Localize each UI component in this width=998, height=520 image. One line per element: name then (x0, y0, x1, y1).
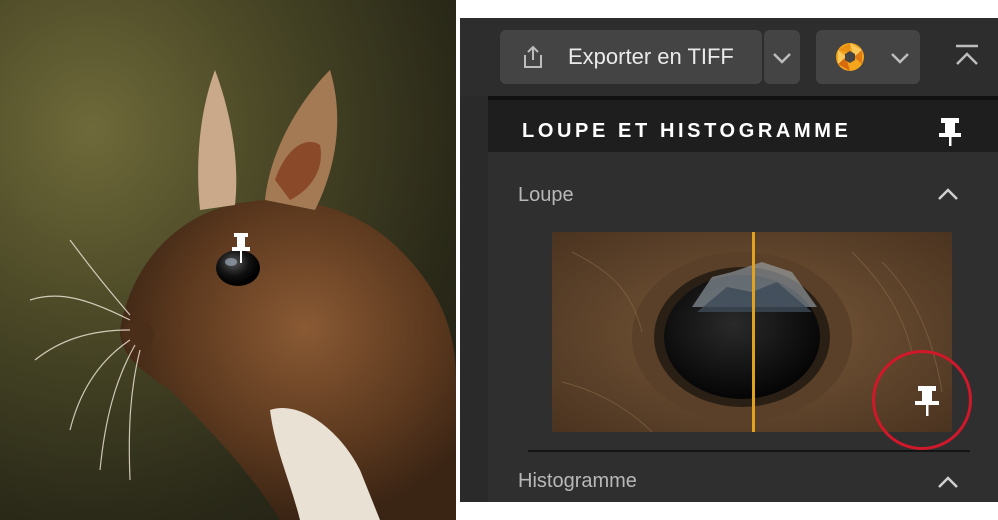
palette-header[interactable]: LOUPE ET HISTOGRAMME (488, 100, 998, 152)
toolbar: Exporter en TIFF (460, 18, 998, 96)
pin-icon[interactable] (938, 118, 962, 146)
palette-title: LOUPE ET HISTOGRAMME (522, 120, 852, 142)
chevron-up-icon[interactable] (936, 186, 960, 202)
app-switch-button[interactable] (816, 30, 920, 84)
chevron-up-icon[interactable] (936, 474, 960, 490)
share-export-icon (524, 45, 542, 68)
export-button[interactable]: Exporter en TIFF (500, 30, 762, 84)
histogram-section-label[interactable]: Histogramme (518, 470, 637, 493)
chevron-down-icon (773, 53, 791, 64)
annotation-circle (872, 350, 972, 450)
chevron-down-icon (891, 53, 909, 64)
photo-canvas[interactable] (0, 0, 456, 520)
section-separator (528, 450, 970, 452)
export-label: Exporter en TIFF (568, 44, 734, 69)
loupe-split-line[interactable] (752, 232, 755, 432)
squirrel-image (29, 70, 456, 520)
export-dropdown-button[interactable] (764, 30, 800, 84)
loupe-section-label[interactable]: Loupe (518, 184, 574, 207)
collapse-up-icon (956, 44, 978, 65)
collapse-panel-button[interactable] (950, 42, 984, 72)
dxo-aperture-icon (836, 43, 864, 71)
